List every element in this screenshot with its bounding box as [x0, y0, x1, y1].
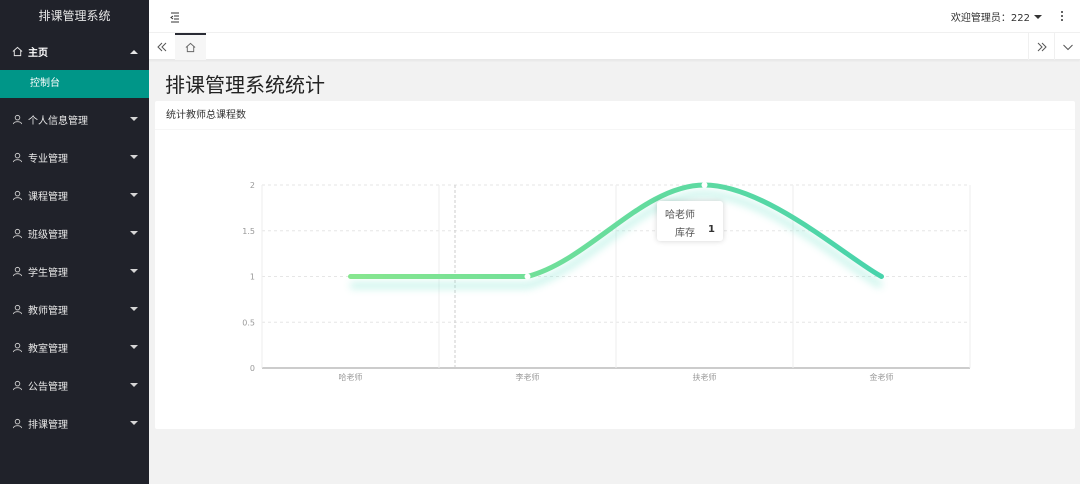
x-tick-label: 李老师 [516, 372, 540, 382]
tooltip-category: 哈老师 [665, 210, 695, 221]
x-tick-label: 扶老师 [693, 372, 717, 382]
tooltip-value: 1 [708, 224, 715, 235]
y-tick-label: 1 [250, 273, 255, 282]
chart-tooltip: 哈老师 库存 1 [657, 201, 723, 241]
x-tick-label: 金老师 [870, 372, 894, 382]
y-tick-label: 2 [250, 181, 255, 190]
y-tick-label: 1.5 [242, 227, 255, 236]
y-tick-label: 0.5 [242, 318, 255, 327]
x-tick-label: 哈老师 [339, 372, 363, 382]
y-tick-label: 0 [250, 364, 255, 373]
line-chart: 00.511.52哈老师 李老师 扶老师 金老师 [242, 181, 971, 382]
data-point [524, 273, 531, 280]
tooltip-series-name: 库存 [675, 228, 695, 239]
data-point [701, 182, 708, 188]
